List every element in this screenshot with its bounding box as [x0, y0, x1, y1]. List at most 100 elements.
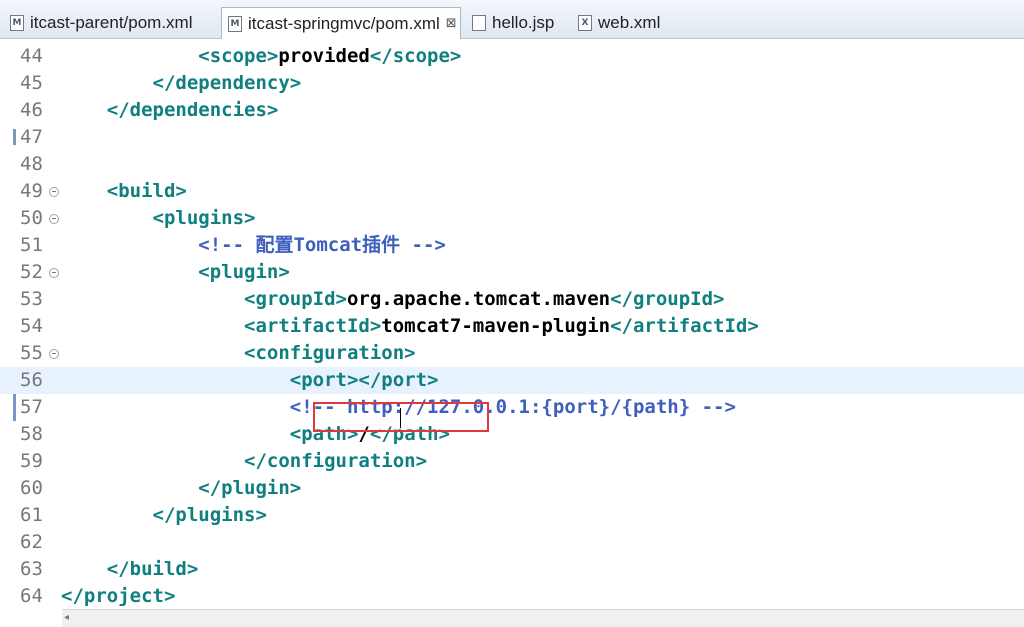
line-code: <plugin>: [61, 259, 290, 286]
line-number: 58: [20, 423, 43, 445]
code-line-51[interactable]: 51 <!-- 配置Tomcat插件 -->: [0, 232, 1024, 259]
code-token: <scope>: [61, 45, 279, 67]
fold-toggle-icon[interactable]: [49, 214, 59, 224]
code-line-55[interactable]: 55 <configuration>: [0, 340, 1024, 367]
code-token: </groupId>: [610, 288, 725, 310]
line-code: <groupId>org.apache.tomcat.maven</groupI…: [61, 286, 724, 313]
line-code: </plugin>: [61, 475, 301, 502]
code-token: </artifactId>: [610, 315, 759, 337]
jsp-file-icon: [472, 15, 486, 31]
line-number: 46: [20, 99, 43, 121]
fold-toggle-icon[interactable]: [49, 268, 59, 278]
text-caret: [400, 408, 401, 428]
code-line-53[interactable]: 53 <groupId>org.apache.tomcat.maven</gro…: [0, 286, 1024, 313]
code-line-54[interactable]: 54 <artifactId>tomcat7-maven-plugin</art…: [0, 313, 1024, 340]
line-number: 56: [20, 369, 43, 391]
line-code: </dependencies>: [61, 97, 279, 124]
code-token: </dependency>: [61, 72, 302, 94]
line-number: 64: [20, 585, 43, 607]
line-number: 63: [20, 558, 43, 580]
gutter-spacer: [0, 609, 62, 626]
tab-itcast-parent-pom[interactable]: M itcast-parent/pom.xml: [4, 8, 214, 38]
code-token: </scope>: [369, 45, 462, 67]
line-number: 54: [20, 315, 43, 337]
code-line-60[interactable]: 60 </plugin>: [0, 475, 1024, 502]
code-line-49[interactable]: 49 <build>: [0, 178, 1024, 205]
line-number: 59: [20, 450, 43, 472]
code-line-57[interactable]: 57 <!-- http://127.0.0.1:{port}/{path} -…: [0, 394, 1024, 421]
tab-label: itcast-parent/pom.xml: [30, 13, 193, 32]
tab-hello-jsp[interactable]: hello.jsp: [466, 8, 566, 38]
line-number: 53: [20, 288, 43, 310]
code-token: </plugins>: [61, 504, 267, 526]
code-token: <groupId>: [61, 288, 347, 310]
code-line-63[interactable]: 63 </build>: [0, 556, 1024, 583]
code-line-61[interactable]: 61 </plugins>: [0, 502, 1024, 529]
code-token: </dependencies>: [61, 99, 279, 121]
code-line-52[interactable]: 52 <plugin>: [0, 259, 1024, 286]
line-number: 47: [20, 126, 43, 148]
line-number: 51: [20, 234, 43, 256]
line-number: 44: [20, 45, 43, 67]
code-token: </plugin>: [61, 477, 302, 499]
maven-file-icon: M: [10, 15, 24, 31]
line-code: </project>: [61, 583, 175, 610]
code-token: <!-- 配置Tomcat插件 -->: [61, 234, 446, 256]
code-token: </project>: [61, 585, 176, 607]
code-line-45[interactable]: 45 </dependency>: [0, 70, 1024, 97]
line-number: 48: [20, 153, 43, 175]
code-line-58[interactable]: 58 <path>/</path>: [0, 421, 1024, 448]
close-tab-icon[interactable]: ⊠: [446, 16, 457, 31]
code-line-46[interactable]: 46 </dependencies>: [0, 97, 1024, 124]
code-token: <build>: [61, 180, 187, 202]
code-token: <port></port>: [61, 369, 439, 391]
line-number: 61: [20, 504, 43, 526]
code-line-59[interactable]: 59 </configuration>: [0, 448, 1024, 475]
line-code: </plugins>: [61, 502, 267, 529]
line-code: <scope>provided</scope>: [61, 43, 461, 70]
line-code: <artifactId>tomcat7-maven-plugin</artifa…: [61, 313, 759, 340]
maven-file-icon: M: [228, 15, 242, 32]
code-line-56[interactable]: 56 <port></port>: [0, 367, 1024, 394]
code-line-47[interactable]: 47: [0, 124, 1024, 151]
highlight-box: [313, 402, 489, 432]
line-code: </configuration>: [61, 448, 427, 475]
code-line-44[interactable]: 44 <scope>provided</scope>: [0, 43, 1024, 70]
code-token: org.apache.tomcat.maven: [346, 288, 611, 310]
tab-label: web.xml: [598, 13, 661, 32]
code-line-50[interactable]: 50 <plugins>: [0, 205, 1024, 232]
tab-web-xml[interactable]: X web.xml: [572, 8, 672, 38]
code-token: <plugin>: [61, 261, 290, 283]
line-code: </dependency>: [61, 70, 302, 97]
xml-source-editor[interactable]: 44 <scope>provided</scope> 45 </dependenc…: [0, 39, 1024, 609]
editor-tab-bar: M itcast-parent/pom.xml M itcast-springm…: [0, 0, 1024, 39]
line-number: 62: [20, 531, 43, 553]
code-token: <plugins>: [61, 207, 256, 229]
code-token: <artifactId>: [61, 315, 382, 337]
code-line-64[interactable]: 64 </project>: [0, 583, 1024, 610]
code-line-48[interactable]: 48: [0, 151, 1024, 178]
xml-file-icon: X: [578, 15, 592, 31]
line-number: 57: [20, 396, 43, 418]
line-code: </build>: [61, 556, 199, 583]
fold-toggle-icon[interactable]: [49, 187, 59, 197]
code-token: <configuration>: [61, 342, 416, 364]
code-token: provided: [278, 45, 370, 67]
fold-toggle-icon[interactable]: [49, 349, 59, 359]
code-token: tomcat7-maven-plugin: [381, 315, 611, 337]
code-token: </build>: [61, 558, 199, 580]
line-code: <configuration>: [61, 340, 416, 367]
tab-label: itcast-springmvc/pom.xml: [248, 13, 440, 33]
tab-itcast-springmvc-pom[interactable]: M itcast-springmvc/pom.xml ⊠: [221, 7, 461, 39]
tab-label: hello.jsp: [492, 13, 555, 32]
code-line-62[interactable]: 62: [0, 529, 1024, 556]
line-code: <build>: [61, 178, 187, 205]
scroll-left-icon[interactable]: ◂: [64, 612, 69, 623]
line-code: <port></port>: [61, 367, 439, 394]
horizontal-scrollbar[interactable]: ◂: [62, 609, 1024, 627]
line-number: 60: [20, 477, 43, 499]
line-number: 45: [20, 72, 43, 94]
line-code: <plugins>: [61, 205, 256, 232]
code-token: </configuration>: [61, 450, 428, 472]
line-code: <!-- 配置Tomcat插件 -->: [61, 232, 446, 259]
